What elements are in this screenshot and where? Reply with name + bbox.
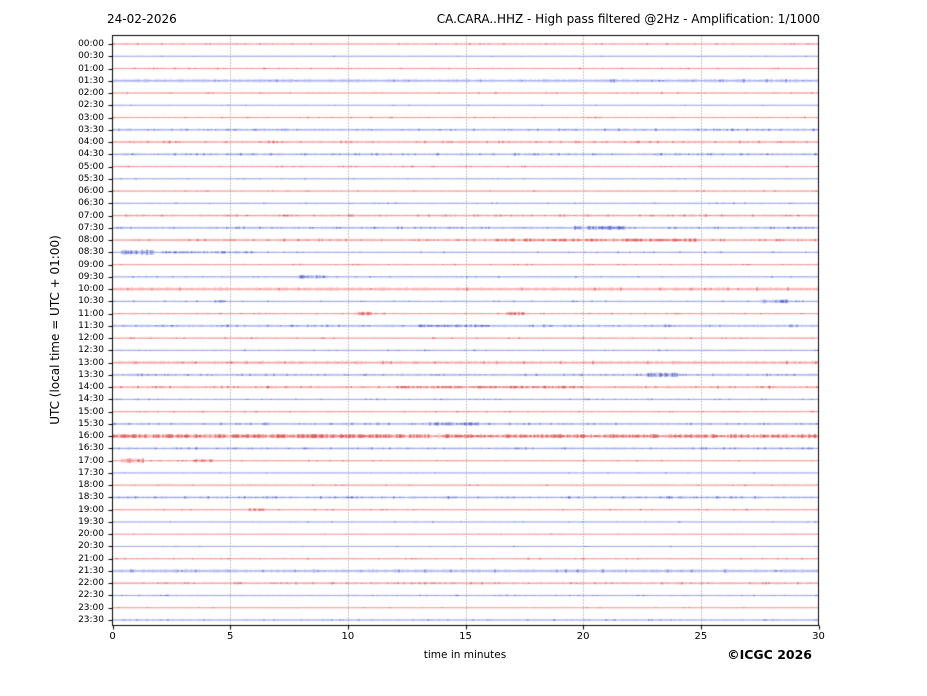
y-tick-label: 17:30	[78, 467, 104, 478]
figure-date: 24-02-2026	[107, 12, 177, 26]
x-tick-label: 20	[576, 631, 590, 642]
y-tick-label: 14:30	[78, 394, 104, 405]
helicorder-figure: 24-02-2026 CA.CARA..HHZ - High pass filt…	[0, 0, 927, 696]
y-tick-label: 04:00	[78, 137, 104, 148]
x-axis-title: time in minutes	[423, 649, 507, 661]
y-tick-label: 06:30	[78, 198, 104, 209]
y-tick-label: 01:30	[78, 75, 104, 86]
y-tick-label: 18:00	[78, 480, 104, 491]
figure-title: CA.CARA..HHZ - High pass filtered @2Hz -…	[436, 12, 820, 26]
y-tick-label: 23:00	[78, 602, 104, 613]
x-tick-label: 15	[459, 631, 472, 642]
x-tick-label: 5	[226, 631, 234, 642]
y-tick-label: 10:00	[78, 284, 104, 295]
y-tick-label: 04:30	[78, 149, 104, 160]
y-tick-label: 23:30	[78, 615, 104, 625]
x-tick-label: 25	[694, 631, 708, 642]
y-tick-label: 22:00	[78, 578, 104, 589]
y-tick-label: 07:00	[78, 210, 104, 221]
x-tick-label: 30	[812, 631, 825, 642]
y-tick-label: 12:30	[78, 345, 104, 356]
x-tick-label: 10	[341, 631, 355, 642]
y-tick-label: 21:00	[78, 553, 104, 564]
y-tick-label: 00:00	[78, 39, 104, 49]
y-tick-label: 09:30	[78, 271, 104, 282]
y-tick-label: 20:30	[78, 541, 104, 552]
y-tick-label: 05:00	[78, 161, 104, 172]
y-tick-label: 19:30	[78, 516, 104, 527]
y-tick-label: 02:00	[78, 88, 104, 99]
y-tick-label: 22:30	[78, 590, 104, 601]
copyright-label: ©ICGC 2026	[727, 647, 812, 662]
y-tick-label: 07:30	[78, 222, 104, 233]
y-tick-label: 01:00	[78, 63, 104, 74]
y-tick-label: 13:00	[78, 357, 104, 368]
x-tick-label: 0	[109, 631, 116, 642]
y-tick-label: 18:30	[78, 492, 104, 503]
y-tick-label: 02:30	[78, 100, 104, 111]
y-tick-label: 08:00	[78, 235, 104, 246]
y-tick-label: 08:30	[78, 247, 104, 258]
y-tick-label: 21:30	[78, 565, 104, 576]
y-tick-label: 12:00	[78, 333, 104, 344]
y-tick-label: 11:00	[78, 308, 104, 319]
y-tick-label: 16:30	[78, 443, 104, 454]
y-tick-label: 00:30	[78, 51, 104, 62]
helicorder-plot-canvas	[0, 0, 927, 696]
y-tick-label: 20:00	[78, 529, 104, 540]
y-tick-label: 03:00	[78, 112, 104, 123]
y-tick-label: 16:00	[78, 431, 104, 442]
y-tick-label: 05:30	[78, 173, 104, 184]
y-tick-label: 03:30	[78, 124, 104, 135]
y-tick-label: 15:30	[78, 418, 104, 429]
y-tick-label: 19:00	[78, 504, 104, 515]
y-tick-label: 06:00	[78, 186, 104, 197]
y-tick-label: 17:00	[78, 455, 104, 466]
y-tick-label: 09:00	[78, 259, 104, 270]
y-tick-label: 11:30	[78, 320, 104, 331]
y-tick-label: 15:00	[78, 406, 104, 417]
y-tick-label: 14:00	[78, 382, 104, 393]
y-tick-label: 10:30	[78, 296, 104, 307]
y-tick-label: 13:30	[78, 369, 104, 380]
